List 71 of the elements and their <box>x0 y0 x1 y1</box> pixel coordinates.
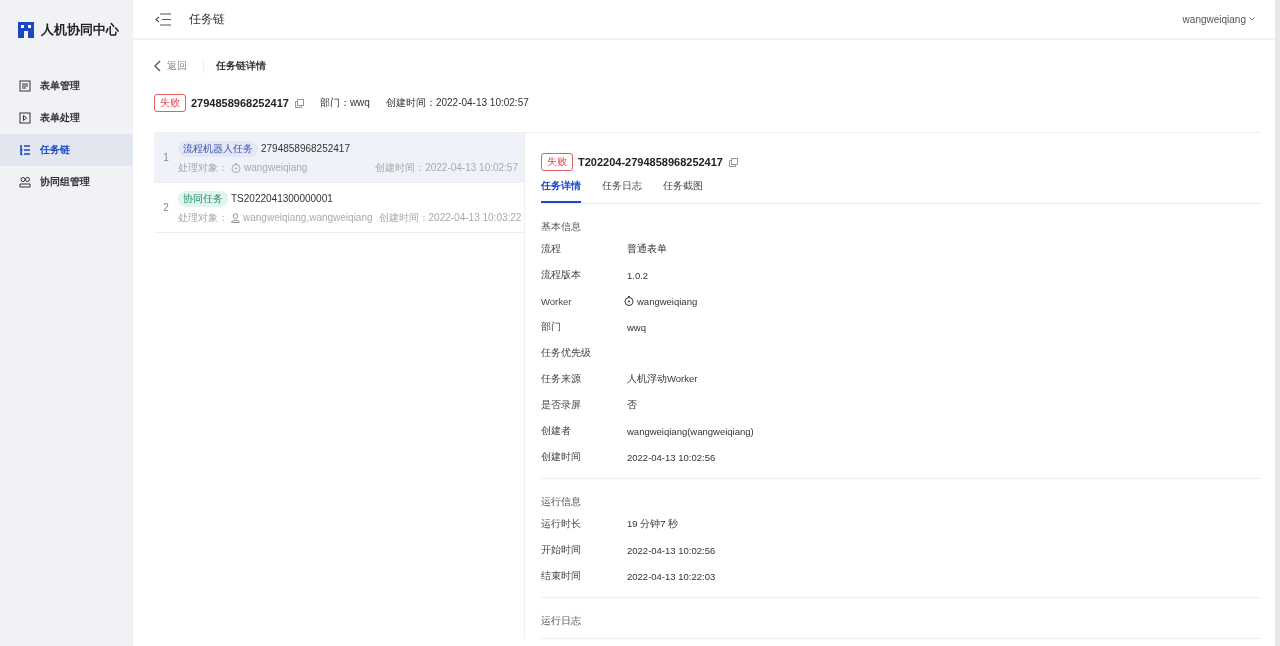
task-index: 2 <box>162 202 170 213</box>
status-tag: 失败 <box>154 94 186 112</box>
tab[interactable]: 任务详情 <box>541 176 581 203</box>
task-created-time: 创建时间：2022-04-13 10:02:57 <box>375 160 518 175</box>
page-title: 任务链 <box>189 10 225 28</box>
task-created-time: 创建时间：2022-04-13 10:03:22 <box>378 210 522 225</box>
status-tag: 失败 <box>541 153 573 171</box>
copy-icon[interactable] <box>294 98 304 108</box>
tab[interactable]: 任务截图 <box>663 176 703 203</box>
list-icon <box>19 144 31 156</box>
robot-icon <box>624 296 634 306</box>
menu-icon[interactable] <box>155 12 171 26</box>
field-label: 运行时长 <box>541 517 582 531</box>
sidebar-item[interactable]: 表单管理 <box>0 70 133 102</box>
task-id: 2794858968252417 <box>261 143 350 154</box>
department-text: 部门：wwq <box>319 96 370 110</box>
field-value: 2022-04-13 10:02:56 <box>627 451 716 463</box>
field-label: 流程版本 <box>541 268 582 282</box>
section-title: 运行日志 <box>541 614 582 628</box>
field-label: 开始时间 <box>541 543 582 557</box>
field-label: 任务优先级 <box>541 346 592 360</box>
field-value: 1.0.2 <box>627 269 649 281</box>
target-label: 处理对象： <box>178 210 228 225</box>
target-name: wangweiqiang,wangweiqiang <box>243 212 373 223</box>
sidebar-item[interactable]: 任务链 <box>0 134 133 166</box>
sidebar-item[interactable]: 协同组管理 <box>0 166 133 198</box>
field-label: 流程 <box>541 242 562 256</box>
back-icon <box>154 60 161 72</box>
task-item[interactable]: 2 协同任务 TS2022041300000001 处理对象： wangweiqiang,wangweiqiang 创建时间：2022-04-13 10:03:22 <box>154 183 524 233</box>
section-title: 基本信息 <box>541 220 582 234</box>
task-type-tag: 协同任务 <box>178 190 228 207</box>
list-icon <box>19 80 31 92</box>
field-label: 创建者 <box>541 424 572 438</box>
field-value: 19 分钟7 秒 <box>627 517 679 531</box>
field-value: 2022-04-13 10:02:56 <box>627 544 716 556</box>
field-label: 结束时间 <box>541 569 582 583</box>
logo-icon <box>17 21 35 39</box>
breadcrumb-current: 任务链详情 <box>216 59 266 73</box>
field-label: 创建时间 <box>541 450 582 464</box>
user-menu[interactable]: wangweiqiang <box>1182 13 1255 25</box>
chain-id: 2794858968252417 <box>191 97 289 109</box>
copy-icon[interactable] <box>729 157 738 167</box>
caret-icon <box>1249 17 1255 21</box>
field-value: wangweiqiang(wangweiqiang) <box>627 425 754 437</box>
field-value: 2022-04-13 10:22:03 <box>627 570 716 582</box>
field-value: 人机浮动Worker <box>627 372 698 386</box>
field-label: 部门 <box>541 320 562 334</box>
robot-icon <box>231 162 241 173</box>
created-time-text: 创建时间：2022-04-13 10:02:57 <box>385 96 529 110</box>
field-value: 否 <box>627 398 637 412</box>
task-type-tag: 流程机器人任务 <box>178 140 258 157</box>
task-index: 1 <box>162 152 170 163</box>
sidebar-item[interactable]: 表单处理 <box>0 102 133 134</box>
field-value: wwq <box>627 321 646 333</box>
app-title: 人机协同中心 <box>41 21 119 39</box>
back-link[interactable]: 返回 <box>154 59 187 73</box>
field-label: 任务来源 <box>541 372 582 386</box>
field-value: wangweiqiang <box>637 295 698 307</box>
tab[interactable]: 任务日志 <box>602 176 642 203</box>
section-title: 运行信息 <box>541 495 582 509</box>
field-value: 普通表单 <box>627 242 667 256</box>
target-label: 处理对象： <box>178 160 228 175</box>
users-icon <box>19 176 31 188</box>
task-title: T202204-2794858968252417 <box>578 156 723 168</box>
field-label: Worker <box>541 295 573 307</box>
task-item[interactable]: 1 流程机器人任务 2794858968252417 处理对象： wangweiqiang 创建时间：2022-04-13 10:02:57 <box>154 133 524 183</box>
user-icon <box>231 212 240 223</box>
task-id: TS2022041300000001 <box>231 193 333 204</box>
target-name: wangweiqiang <box>244 162 308 173</box>
play-icon <box>19 112 31 124</box>
field-label: 是否录屏 <box>541 398 582 412</box>
